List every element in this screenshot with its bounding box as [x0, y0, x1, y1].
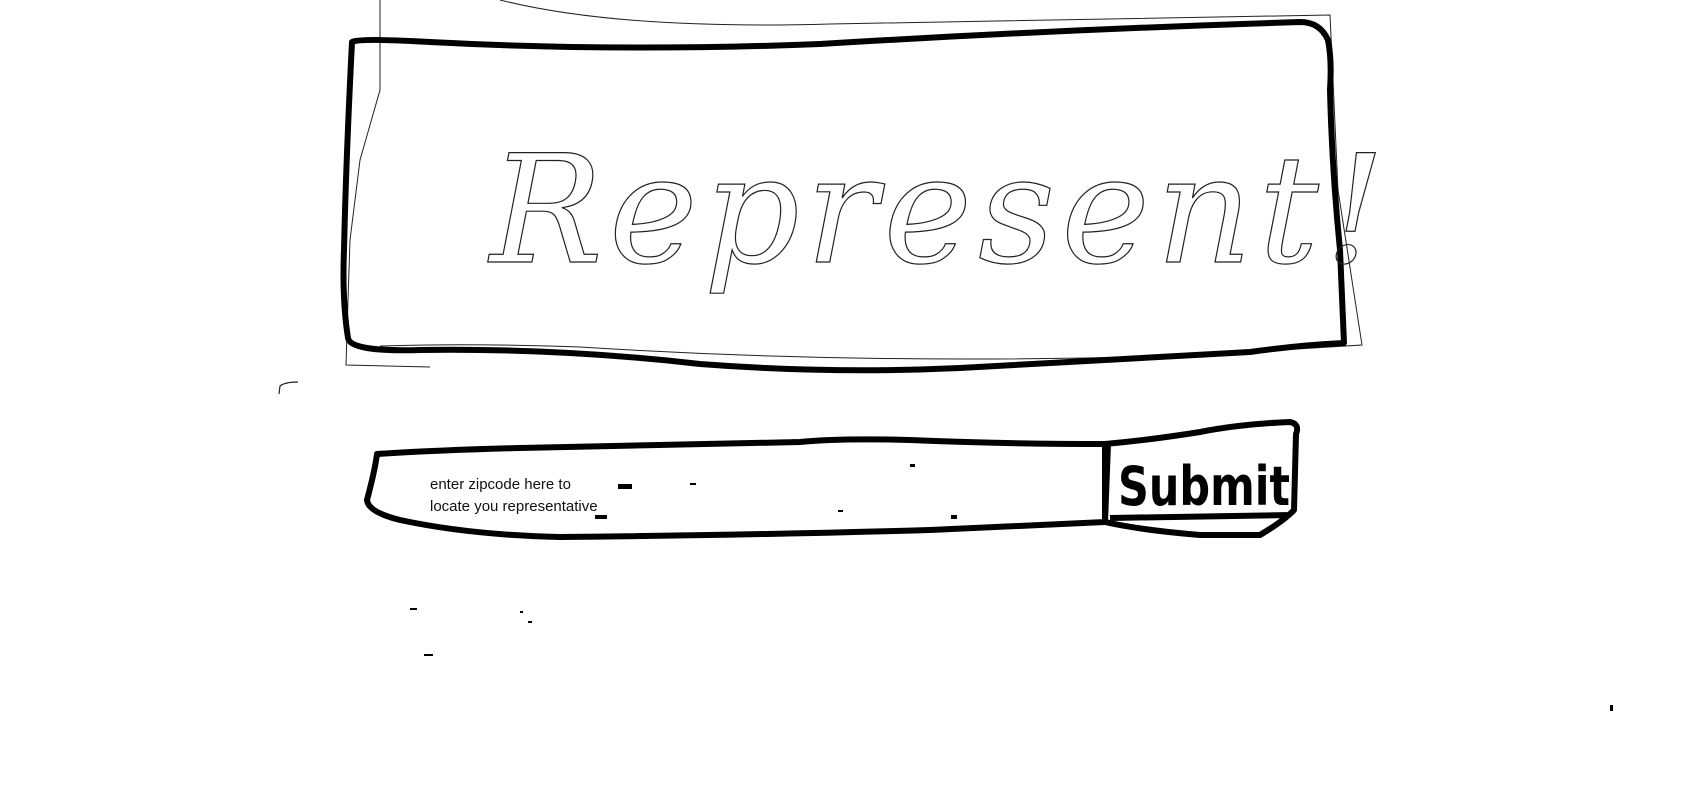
- zipcode-input[interactable]: [362, 444, 1102, 532]
- submit-button[interactable]: [1100, 424, 1296, 534]
- sketch-canvas: Represent! Submit: [278, 0, 1613, 711]
- banner-title: Represent!: [487, 124, 1391, 298]
- stray-mark: [278, 381, 299, 395]
